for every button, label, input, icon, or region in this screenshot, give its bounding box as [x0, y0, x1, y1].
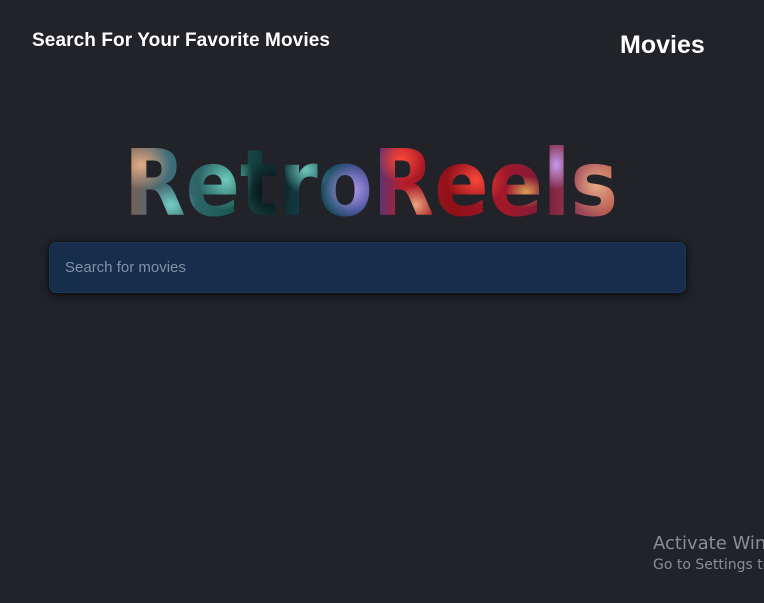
search-box [49, 242, 686, 293]
app-logo: RetroReels [116, 130, 626, 230]
page-tagline: Search For Your Favorite Movies [32, 30, 331, 51]
search-input[interactable] [50, 243, 685, 292]
watermark-subtitle: Go to Settings to [653, 557, 764, 573]
nav-link-movies[interactable]: Movies [620, 31, 705, 60]
windows-activation-watermark: Activate Win Go to Settings to [653, 533, 764, 575]
watermark-title: Activate Win [653, 533, 764, 554]
logo-text: RetroReels [124, 130, 618, 230]
